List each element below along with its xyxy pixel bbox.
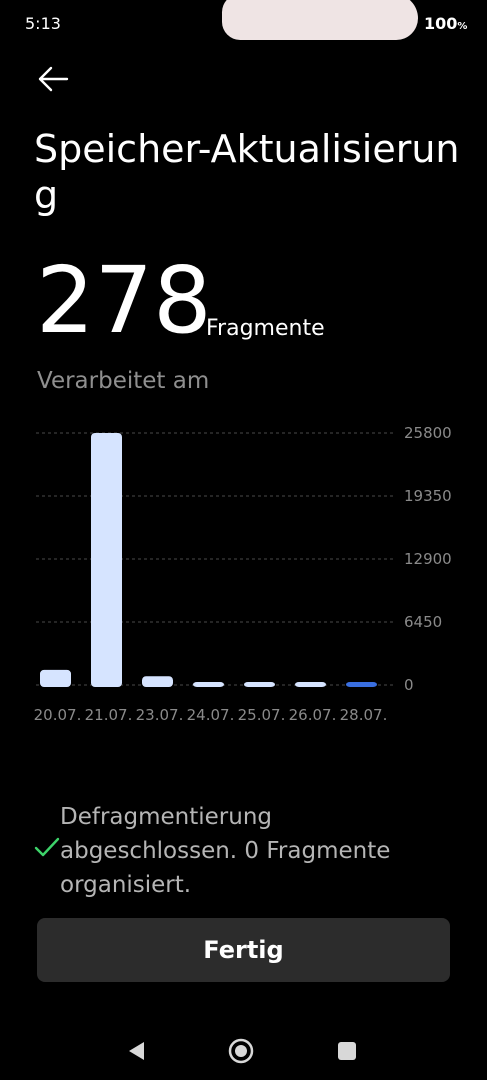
battery-level: 100% xyxy=(424,14,467,33)
chart-section-label: Verarbeitet am xyxy=(37,368,210,394)
chart-bar xyxy=(91,433,122,687)
done-button[interactable]: Fertig xyxy=(37,918,450,982)
fragment-unit: Fragmente xyxy=(206,316,325,341)
y-tick-label: 12900 xyxy=(404,550,452,568)
result-text: Defragmentierung abgeschlossen. 0 Fragme… xyxy=(60,804,391,898)
processed-bar-chart: 25800 19350 12900 6450 0 20.07. 21.07. 23.07. 24… xyxy=(34,424,452,724)
x-tick-label: 21.07. xyxy=(85,706,133,724)
chart-bar xyxy=(193,682,224,687)
x-tick-label: 23.07. xyxy=(136,706,184,724)
nav-home-button[interactable] xyxy=(226,1036,256,1066)
chart-bar xyxy=(244,682,275,687)
home-circle-icon xyxy=(228,1038,254,1064)
back-triangle-icon xyxy=(129,1042,144,1060)
chart-bar xyxy=(295,682,326,687)
recents-square-icon xyxy=(338,1042,356,1060)
result-message: Defragmentierung abgeschlossen. 0 Fragme… xyxy=(34,800,454,900)
back-button[interactable] xyxy=(33,62,73,96)
battery-percent: 100 xyxy=(424,14,458,33)
redacted-status-icons xyxy=(222,0,418,40)
status-time: 5:13 xyxy=(25,14,61,33)
fragment-count: 278 xyxy=(36,247,212,354)
x-tick-label: 28.07. xyxy=(340,706,388,724)
nav-back-button[interactable] xyxy=(122,1036,152,1066)
chart-bar xyxy=(40,669,71,687)
x-tick-label: 26.07. xyxy=(289,706,337,724)
y-tick-label: 19350 xyxy=(404,487,452,505)
chart-bar xyxy=(142,676,173,687)
y-tick-label: 0 xyxy=(404,676,414,694)
check-icon xyxy=(34,837,60,857)
x-tick-label: 25.07. xyxy=(238,706,286,724)
x-tick-label: 20.07. xyxy=(34,706,82,724)
page-title: Speicher-Aktualisierung xyxy=(34,127,460,217)
status-bar: 5:13 100% xyxy=(0,0,487,50)
back-arrow-icon xyxy=(38,66,69,92)
y-tick-label: 6450 xyxy=(404,613,442,631)
navigation-bar xyxy=(0,1020,487,1080)
nav-recents-button[interactable] xyxy=(332,1036,362,1066)
y-tick-label: 25800 xyxy=(404,424,452,442)
battery-unit: % xyxy=(457,21,468,32)
chart-bar xyxy=(346,682,377,687)
x-tick-label: 24.07. xyxy=(187,706,235,724)
